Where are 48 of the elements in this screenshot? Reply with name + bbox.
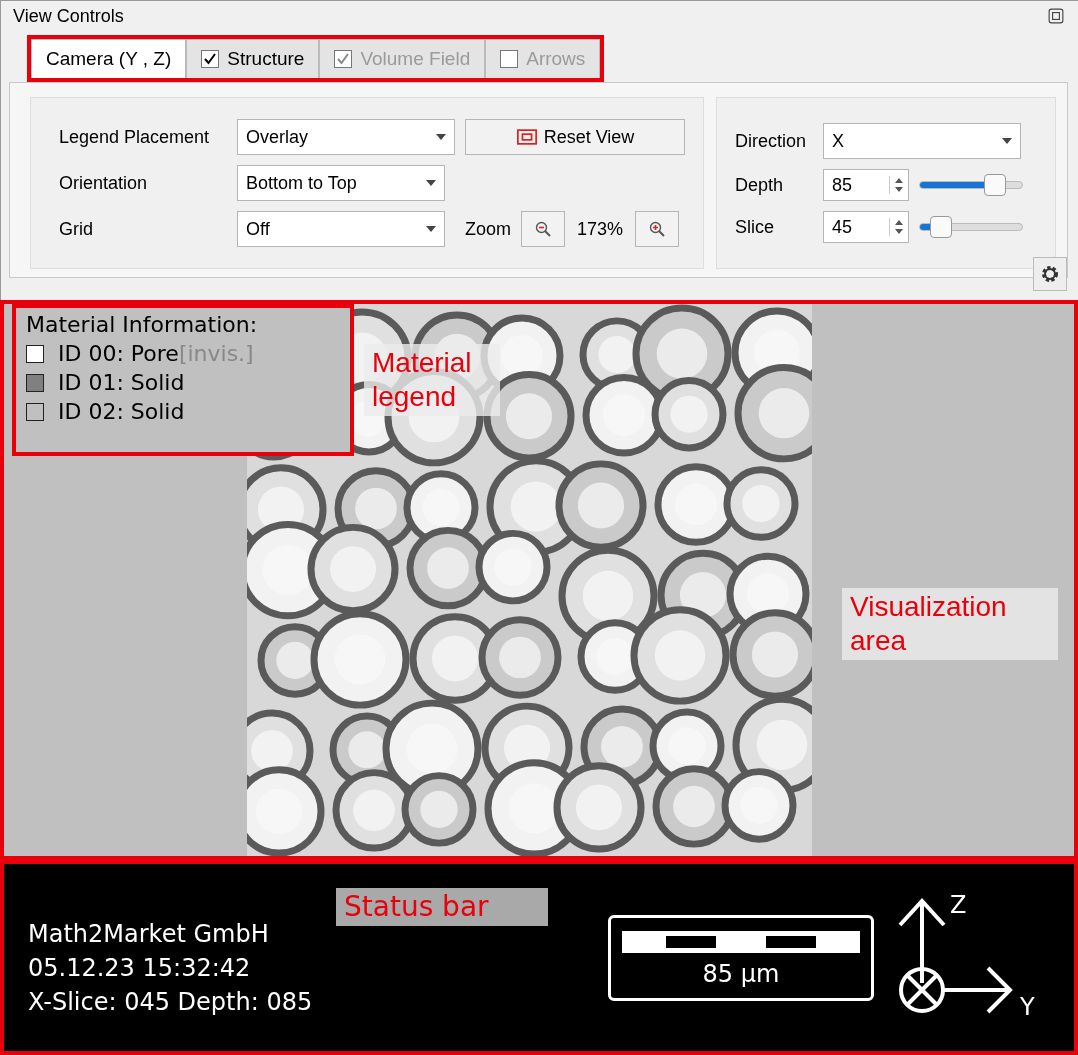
field-label: Orientation [59, 172, 149, 194]
orientation-dropdown[interactable]: Bottom to Top [237, 165, 445, 201]
legend-item: ID 00: Pore[invis.] [58, 341, 254, 366]
axis-label: Z [950, 890, 967, 919]
slider[interactable] [919, 216, 1023, 238]
tab[interactable]: Structure [186, 39, 320, 78]
legend-item: ID 02: Solid [58, 399, 185, 424]
float-icon[interactable] [1048, 8, 1064, 24]
legend-placement-dropdown[interactable]: Overlay [237, 119, 455, 155]
slider[interactable] [919, 174, 1023, 196]
legend-item: ID 01: Solid [58, 370, 185, 395]
checkbox-icon [500, 50, 519, 68]
zoom-value: 173% [576, 218, 625, 240]
zoom-out-icon [535, 221, 551, 237]
field-label: Grid [59, 218, 94, 240]
panel-title: View Controls [13, 5, 124, 27]
frame-icon [515, 129, 538, 145]
zoom-label: Zoom [465, 218, 511, 240]
spin-box[interactable]: 45 [823, 211, 909, 243]
status-text: X-Slice: 045 Depth: 085 [28, 986, 314, 1018]
field-label: Slice [735, 216, 775, 238]
field-label: Depth [735, 174, 785, 196]
field-label: Direction [735, 130, 808, 152]
caret-icon [436, 134, 446, 140]
zoom-out-button[interactable] [521, 211, 565, 247]
axis-label: Y [1020, 992, 1035, 1021]
settings-button[interactable] [1033, 257, 1067, 291]
reset-view-button[interactable]: Reset View [465, 119, 685, 155]
direction-dropdown[interactable]: X [823, 123, 1021, 159]
field-label: Legend Placement [59, 126, 211, 148]
checkbox-icon [201, 50, 220, 68]
status-text: 05.12.23 15:32:42 [28, 952, 252, 984]
spin-box[interactable]: 85 [823, 169, 909, 201]
annotation-label: Status bar [336, 888, 548, 926]
annotation-label: Visualization area [842, 588, 1058, 660]
zoom-in-button[interactable] [635, 211, 680, 247]
caret-icon [1002, 138, 1012, 144]
caret-icon [426, 226, 436, 232]
scale-label: 85 µm [702, 959, 780, 988]
checkbox-icon [334, 50, 353, 68]
status-text: Math2Market GmbH [28, 918, 270, 950]
tab[interactable]: Camera (Y , Z) [31, 39, 187, 78]
gear-icon [1040, 264, 1060, 284]
grid-dropdown[interactable]: Off [237, 211, 445, 247]
caret-icon [426, 180, 436, 186]
legend-title: Material Information: [26, 312, 259, 337]
annotation-label: Material legend [364, 344, 500, 416]
zoom-in-icon [649, 221, 666, 237]
